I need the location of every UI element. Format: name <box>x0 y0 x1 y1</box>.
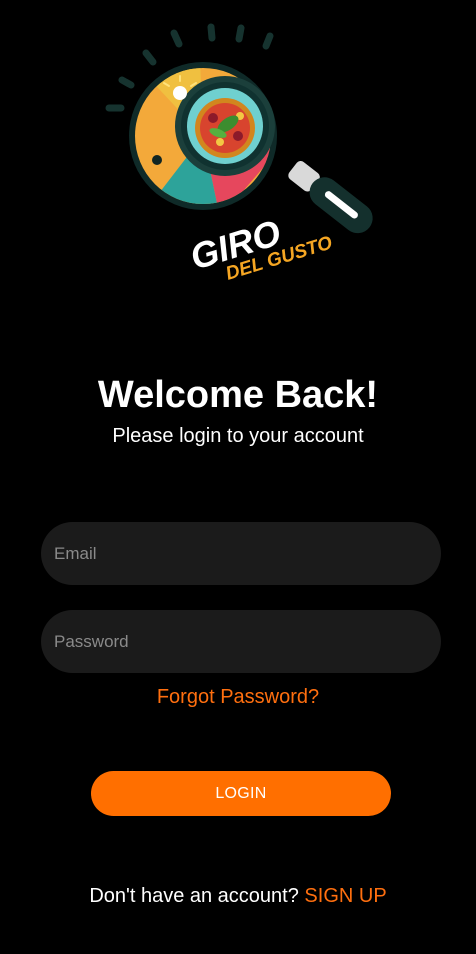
magnifier-pizza-logo-icon: GIRO DEL GUSTO <box>105 23 373 285</box>
login-button[interactable]: LOGIN <box>91 771 391 816</box>
page-subtitle: Please login to your account <box>112 425 364 447</box>
email-field[interactable] <box>41 522 441 585</box>
page-title: Welcome Back! <box>97 374 379 416</box>
signup-row: Don't have an account? SIGN UP <box>0 884 476 908</box>
signup-link[interactable]: SIGN UP <box>304 885 386 907</box>
app-logo: GIRO DEL GUSTO <box>100 18 380 288</box>
forgot-password-link[interactable]: Forgot Password? <box>0 685 476 709</box>
signup-prompt: Don't have an account? <box>89 885 299 907</box>
password-field[interactable] <box>41 610 441 673</box>
